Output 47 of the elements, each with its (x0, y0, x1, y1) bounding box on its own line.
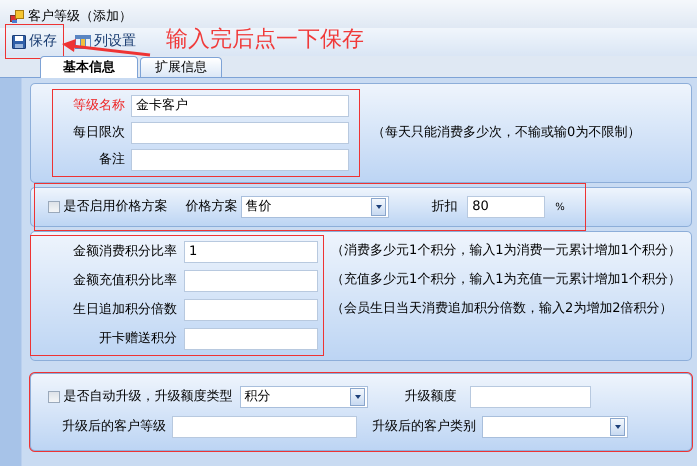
field-label: 生日追加积分倍数 (72, 300, 177, 319)
dropdown-button[interactable] (371, 198, 386, 216)
field-label: 备注 (98, 151, 125, 170)
field-label: 升级额度 (404, 388, 456, 406)
field-label: 开卡赠送积分 (98, 330, 177, 348)
input-field[interactable] (184, 270, 318, 292)
hint-text: （充值多少元1个积分，输入1为充值一元累计增加1个积分） (331, 271, 681, 290)
caret-icon (614, 424, 622, 430)
input-field[interactable]: 金卡客户 (131, 95, 349, 117)
field-label: 金额消费积分比率 (72, 242, 177, 261)
toolbar-button[interactable]: 保存 (10, 29, 59, 54)
window-title: 客户等级（添加） (28, 8, 132, 26)
checkbox[interactable] (48, 391, 60, 403)
checkbox-label: 是否启用价格方案 (63, 198, 168, 216)
window-icon (10, 10, 24, 24)
unit-label: % (555, 200, 565, 214)
hint-text: （消费多少元1个积分，输入1为消费一元累计增加1个积分） (331, 242, 681, 260)
tab[interactable]: 基本信息 (40, 56, 138, 78)
checkbox[interactable] (48, 201, 60, 213)
field-label: 折扣 (431, 198, 458, 216)
field-label: 每日限次 (72, 124, 125, 142)
field-label: 金额充值积分比率 (72, 272, 177, 290)
field-label: 升级后的客户等级 (62, 418, 166, 436)
dropdown-button[interactable] (610, 418, 625, 436)
hint-text: （每天只能消费多少次，不输或输0为不限制） (372, 124, 640, 142)
input-field[interactable] (172, 416, 357, 438)
hint-text: （会员生日当天消费追加积分倍数，输入2为增加2倍积分） (331, 300, 673, 318)
caret-icon (354, 394, 362, 400)
caret-icon (374, 204, 383, 210)
annotation-text: 输入完后点一下保存 (166, 29, 364, 51)
save-icon (12, 34, 26, 48)
field-label: 价格方案 (185, 198, 238, 216)
field-label: 升级后的客户类别 (372, 418, 476, 436)
dropdown-field[interactable]: 售价 (241, 196, 390, 218)
input-field[interactable] (470, 386, 592, 408)
input-field[interactable] (131, 149, 349, 171)
dropdown-field[interactable]: 积分 (240, 386, 368, 408)
checkbox-label: 是否自动升级，升级额度类型 (63, 388, 232, 406)
dropdown-field[interactable] (482, 416, 628, 438)
tab[interactable]: 扩展信息 (140, 56, 222, 76)
input-field[interactable] (184, 298, 318, 320)
field-label: 等级名称 (72, 97, 125, 116)
input-field[interactable] (184, 328, 318, 350)
input-field[interactable] (131, 122, 349, 144)
input-field[interactable]: 80 (467, 196, 546, 218)
dropdown-button[interactable] (350, 388, 366, 406)
input-field[interactable]: 1 (184, 240, 318, 262)
